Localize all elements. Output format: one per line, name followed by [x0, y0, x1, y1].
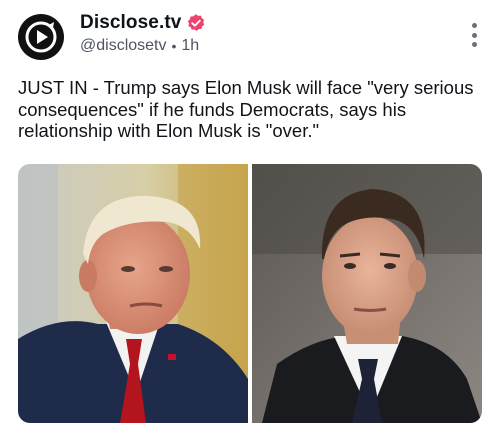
display-name[interactable]: Disclose.tv [80, 12, 181, 34]
verified-badge-icon [186, 13, 206, 33]
meta-row: @disclosetv • 1h [80, 37, 199, 55]
musk-photo[interactable] [252, 164, 482, 423]
post-card: Disclose.tv @disclosetv • 1h JUST IN - T… [0, 0, 500, 439]
play-circle-logo-icon [25, 21, 57, 53]
trump-photo[interactable] [18, 164, 248, 423]
media-gallery [18, 164, 482, 423]
handle[interactable]: @disclosetv [80, 37, 167, 55]
timestamp[interactable]: 1h [181, 37, 199, 55]
avatar[interactable] [18, 14, 64, 60]
more-vertical-icon[interactable] [470, 23, 478, 47]
name-row: Disclose.tv [80, 12, 206, 34]
post-text: JUST IN - Trump says Elon Musk will face… [18, 77, 474, 141]
separator-dot: • [171, 38, 177, 54]
